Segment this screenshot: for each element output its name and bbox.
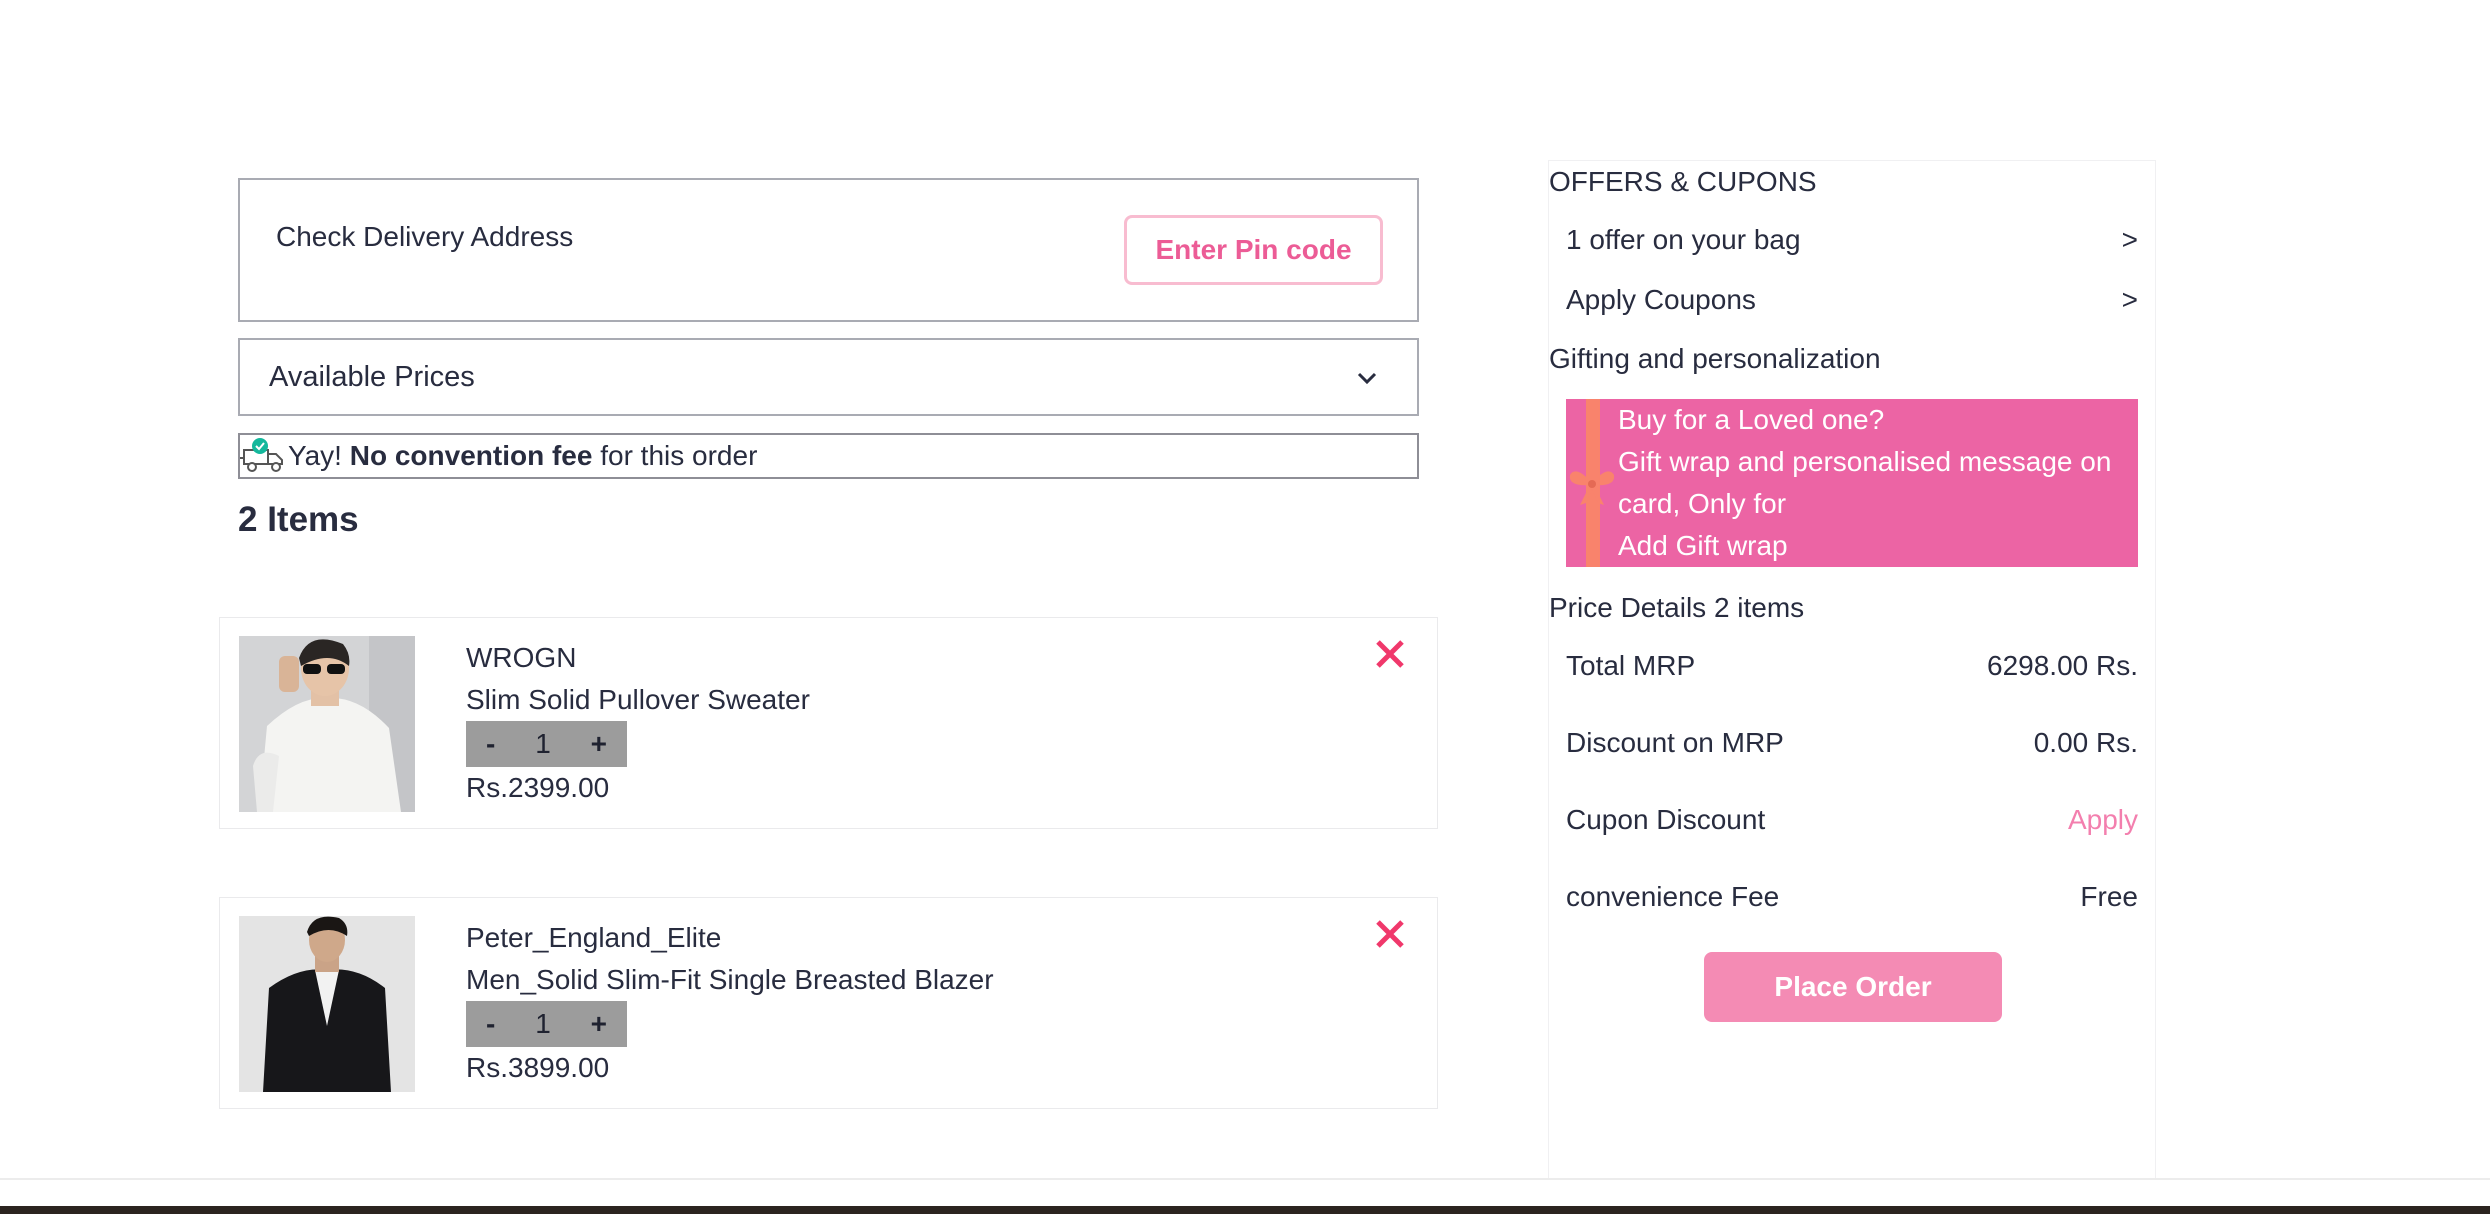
price-row-value: Free <box>2080 881 2138 912</box>
delivery-address-box: Check Delivery Address Enter Pin code <box>238 178 1419 322</box>
price-row-coupon-discount: Cupon Discount Apply <box>1566 804 2138 836</box>
chevron-right-icon: > <box>2121 224 2138 255</box>
delivery-address-label: Check Delivery Address <box>276 221 574 252</box>
product-image-blazer[interactable] <box>239 916 415 1092</box>
price-row-value: 0.00 Rs. <box>2033 727 2138 758</box>
offer-row-label: 1 offer on your bag <box>1566 224 1801 255</box>
fee-notice-bold: No convention fee <box>349 440 593 471</box>
price-row-label: Cupon Discount <box>1566 804 1766 835</box>
remove-item-icon[interactable] <box>1372 916 1408 952</box>
apply-coupon-link[interactable]: Apply <box>2068 804 2138 836</box>
quantity-stepper: - 1 + <box>466 721 627 767</box>
quantity-decrease-button[interactable]: - <box>486 1008 495 1040</box>
price-row-convenience-fee: convenience Fee Free <box>1566 881 2138 913</box>
delivery-truck-icon <box>240 438 283 472</box>
item-brand: Peter_England_Elite <box>466 922 722 953</box>
fee-notice-suffix: for this order <box>592 440 758 471</box>
add-gift-wrap-link[interactable]: Add Gift wrap <box>1618 525 2128 567</box>
apply-coupons-label: Apply Coupons <box>1566 284 1756 315</box>
price-row-value: 6298.00 Rs. <box>1987 650 2138 681</box>
quantity-increase-button[interactable]: + <box>591 728 607 760</box>
item-price: Rs.2399.00 <box>466 772 610 803</box>
quantity-decrease-button[interactable]: - <box>486 728 495 760</box>
price-row-label: Discount on MRP <box>1566 727 1784 758</box>
price-row-label: Total MRP <box>1566 650 1696 681</box>
apply-coupons-row[interactable]: Apply Coupons > <box>1566 284 2138 316</box>
product-image-sweater[interactable] <box>239 636 415 812</box>
price-row-discount: Discount on MRP 0.00 Rs. <box>1566 727 2138 759</box>
enter-pin-code-button[interactable]: Enter Pin code <box>1124 215 1383 285</box>
cart-item: WROGN Slim Solid Pullover Sweater - 1 + … <box>219 617 1438 829</box>
item-name: Men_Solid Slim-Fit Single Breasted Blaze… <box>466 964 994 995</box>
convention-fee-notice: Yay! No convention fee for this order <box>238 433 1419 479</box>
chevron-down-icon <box>1357 372 1377 385</box>
offers-heading: OFFERS & CUPONS <box>1549 166 1817 197</box>
gifting-heading: Gifting and personalization <box>1549 343 1881 374</box>
cart-item: Peter_England_Elite Men_Solid Slim-Fit S… <box>219 897 1438 1109</box>
quantity-stepper: - 1 + <box>466 1001 627 1047</box>
chevron-right-icon: > <box>2121 284 2138 315</box>
offer-row[interactable]: 1 offer on your bag > <box>1566 224 2138 256</box>
footer-divider <box>0 1178 2490 1180</box>
available-prices-dropdown[interactable]: Available Prices <box>238 338 1419 416</box>
quantity-increase-button[interactable]: + <box>591 1008 607 1040</box>
order-summary-sidebar: OFFERS & CUPONS 1 offer on your bag > Ap… <box>1548 160 2156 1180</box>
gift-wrap-text: Buy for a Loved one? Gift wrap and perso… <box>1618 399 2128 567</box>
available-prices-label: Available Prices <box>269 360 475 393</box>
place-order-button[interactable]: Place Order <box>1704 952 2002 1022</box>
item-price: Rs.3899.00 <box>466 1052 610 1083</box>
price-row-label: convenience Fee <box>1566 881 1780 912</box>
taskbar-edge <box>0 1206 2490 1214</box>
gift-wrap-panel[interactable]: Buy for a Loved one? Gift wrap and perso… <box>1566 399 2138 567</box>
price-details-heading: Price Details 2 items <box>1549 592 1805 623</box>
gift-bow-icon <box>1569 471 1615 505</box>
price-row-total-mrp: Total MRP 6298.00 Rs. <box>1566 650 2138 682</box>
items-count-heading: 2 Items <box>238 500 359 539</box>
gift-line-2: Gift wrap and personalised message on ca… <box>1618 446 2112 519</box>
quantity-value: 1 <box>535 728 551 759</box>
item-name: Slim Solid Pullover Sweater <box>466 684 810 715</box>
item-brand: WROGN <box>466 642 577 673</box>
remove-item-icon[interactable] <box>1372 636 1408 672</box>
gift-line-1: Buy for a Loved one? <box>1618 404 1885 435</box>
fee-notice-prefix: Yay! <box>288 440 350 471</box>
quantity-value: 1 <box>535 1008 551 1039</box>
